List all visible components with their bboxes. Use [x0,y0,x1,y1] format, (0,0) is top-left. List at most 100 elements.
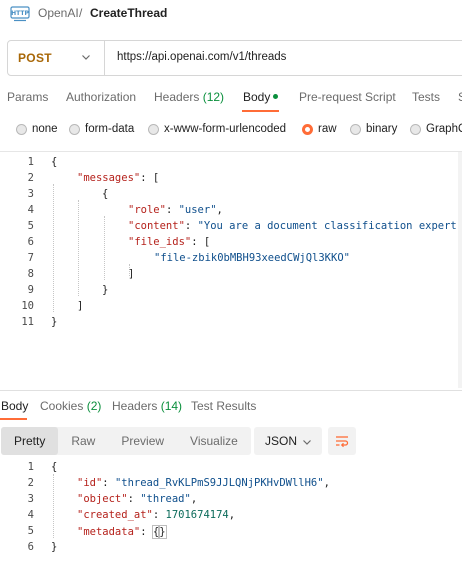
line-number: 11 [21,316,34,328]
radio-graphql-label: GraphQL [426,123,462,135]
response-divider[interactable] [0,390,462,391]
tab-settings-truncated[interactable]: S [458,90,462,104]
editor-scrollbar[interactable] [458,152,462,388]
url-input[interactable]: https://api.openai.com/v1/threads [117,51,286,63]
json-string: "thread_RvKLPmS9JJLQNjPKHvDWllH6" [114,477,324,489]
json-punct: , [216,204,223,216]
view-mode-visualize[interactable]: Visualize [177,427,251,455]
radio-circle-icon [69,123,80,135]
tab-authorization[interactable]: Authorization [66,90,136,104]
indent-guide [53,474,54,538]
view-mode-pretty[interactable]: Pretty [1,427,59,455]
json-key: "content" [128,220,185,232]
response-tab-cookies[interactable]: Cookies (2) [40,399,101,413]
line-number: 4 [27,204,34,216]
modified-dot-icon [273,94,279,99]
json-key: "role" [128,204,166,216]
radio-circle-icon [410,123,421,135]
line-number: 5 [27,220,34,232]
radio-selected-icon [302,123,313,135]
line-number: 6 [27,541,34,553]
line-number: 5 [27,525,34,537]
json-string: "thread" [140,493,191,505]
json-punct: , [228,509,236,521]
response-tab-body[interactable]: Body [1,399,28,413]
active-tab-indicator [242,110,279,112]
tab-pre-request-script[interactable]: Pre-request Script [299,90,396,104]
json-key: "object" [77,493,128,505]
json-punct: : [ [140,172,160,184]
tab-headers[interactable]: Headers (12) [154,90,224,104]
request-body-editor[interactable]: 1 2 3 4 5 6 7 8 9 10 11 { "messages": [ … [0,152,462,388]
line-number: 3 [27,493,34,505]
code-line: "role": "user", [128,204,223,216]
response-tab-cookies-label: Cookies [40,399,84,413]
radio-raw-label: raw [318,123,337,135]
code-line: "file_ids": [ [128,236,210,248]
radio-binary[interactable]: binary [350,121,397,137]
json-punct: : [102,477,115,489]
line-number: 6 [27,236,34,248]
view-mode-raw[interactable]: Raw [58,427,108,455]
code-line: "id": "thread_RvKLPmS9JJLQNjPKHvDWllH6", [77,477,330,489]
json-string: "user" [178,204,217,216]
radio-graphql[interactable]: GraphQL [410,121,462,137]
json-punct: : [165,204,179,216]
response-tab-headers[interactable]: Headers (14) [112,399,182,413]
code-line: ] [77,300,84,312]
tab-tests[interactable]: Tests [412,90,440,104]
line-number: 4 [27,509,34,521]
json-punct: : [127,493,141,505]
line-number: 1 [27,461,34,473]
code-line: ] [128,268,135,280]
radio-circle-icon [148,123,159,135]
line-number: 9 [27,284,34,296]
code-line: "file-zbik0bMBH93xeedCWjQl3KKO" [154,252,350,264]
response-tab-test-results[interactable]: Test Results [191,399,256,413]
response-body-viewer[interactable]: 1 2 3 4 5 6 { "id": "thread_RvKLPmS9JJLQ… [0,458,462,558]
view-mode-segmented-control: Pretty Raw Preview Visualize [1,427,251,455]
line-number: 10 [21,300,34,312]
breadcrumb-collection[interactable]: OpenAI [38,6,79,20]
tab-params[interactable]: Params [7,90,48,104]
code-line: "created_at": 1701674174, [77,509,235,521]
breadcrumb-separator: / [79,6,83,20]
radio-form-data-label: form-data [85,123,135,135]
line-number: 1 [27,156,34,168]
json-string: "You are a document classification exper… [197,220,462,232]
code-line: } [102,284,109,296]
indent-guide [104,216,105,280]
wrap-lines-button[interactable] [328,427,356,455]
radio-form-data[interactable]: form-data [69,121,134,137]
request-title[interactable]: CreateThread [90,6,167,20]
line-number: 7 [27,252,34,264]
code-line: } [51,316,58,328]
response-format-select[interactable]: JSON [254,427,322,455]
method-select[interactable]: POST [7,40,105,76]
radio-raw[interactable]: raw [302,121,337,137]
code-line: { [102,188,109,200]
view-mode-preview[interactable]: Preview [108,427,177,455]
line-number: 8 [27,268,34,280]
tab-headers-label: Headers [154,90,200,104]
response-tab-cookies-count: (2) [86,399,102,413]
http-request-icon: HTTP [10,6,30,22]
json-punct: : [184,220,198,232]
json-key: "metadata" [77,526,141,538]
json-key: "id" [77,477,103,489]
line-number: 2 [27,172,34,184]
tab-body[interactable]: Body [243,90,279,104]
json-key: "messages" [77,172,141,184]
line-number: 2 [27,477,34,489]
radio-none[interactable]: none [16,121,58,137]
radio-x-www-form-urlencoded[interactable]: x-www-form-urlencoded [148,121,286,137]
code-line: } [51,541,58,553]
active-response-tab-indicator [0,418,27,420]
radio-binary-label: binary [366,123,398,135]
json-number: 1701674174 [165,509,229,521]
code-line: "object": "thread", [77,493,197,505]
tab-headers-count: (12) [202,90,225,104]
chevron-down-icon [303,440,311,445]
wrap-lines-icon [336,436,349,448]
text-cursor [165,525,167,537]
